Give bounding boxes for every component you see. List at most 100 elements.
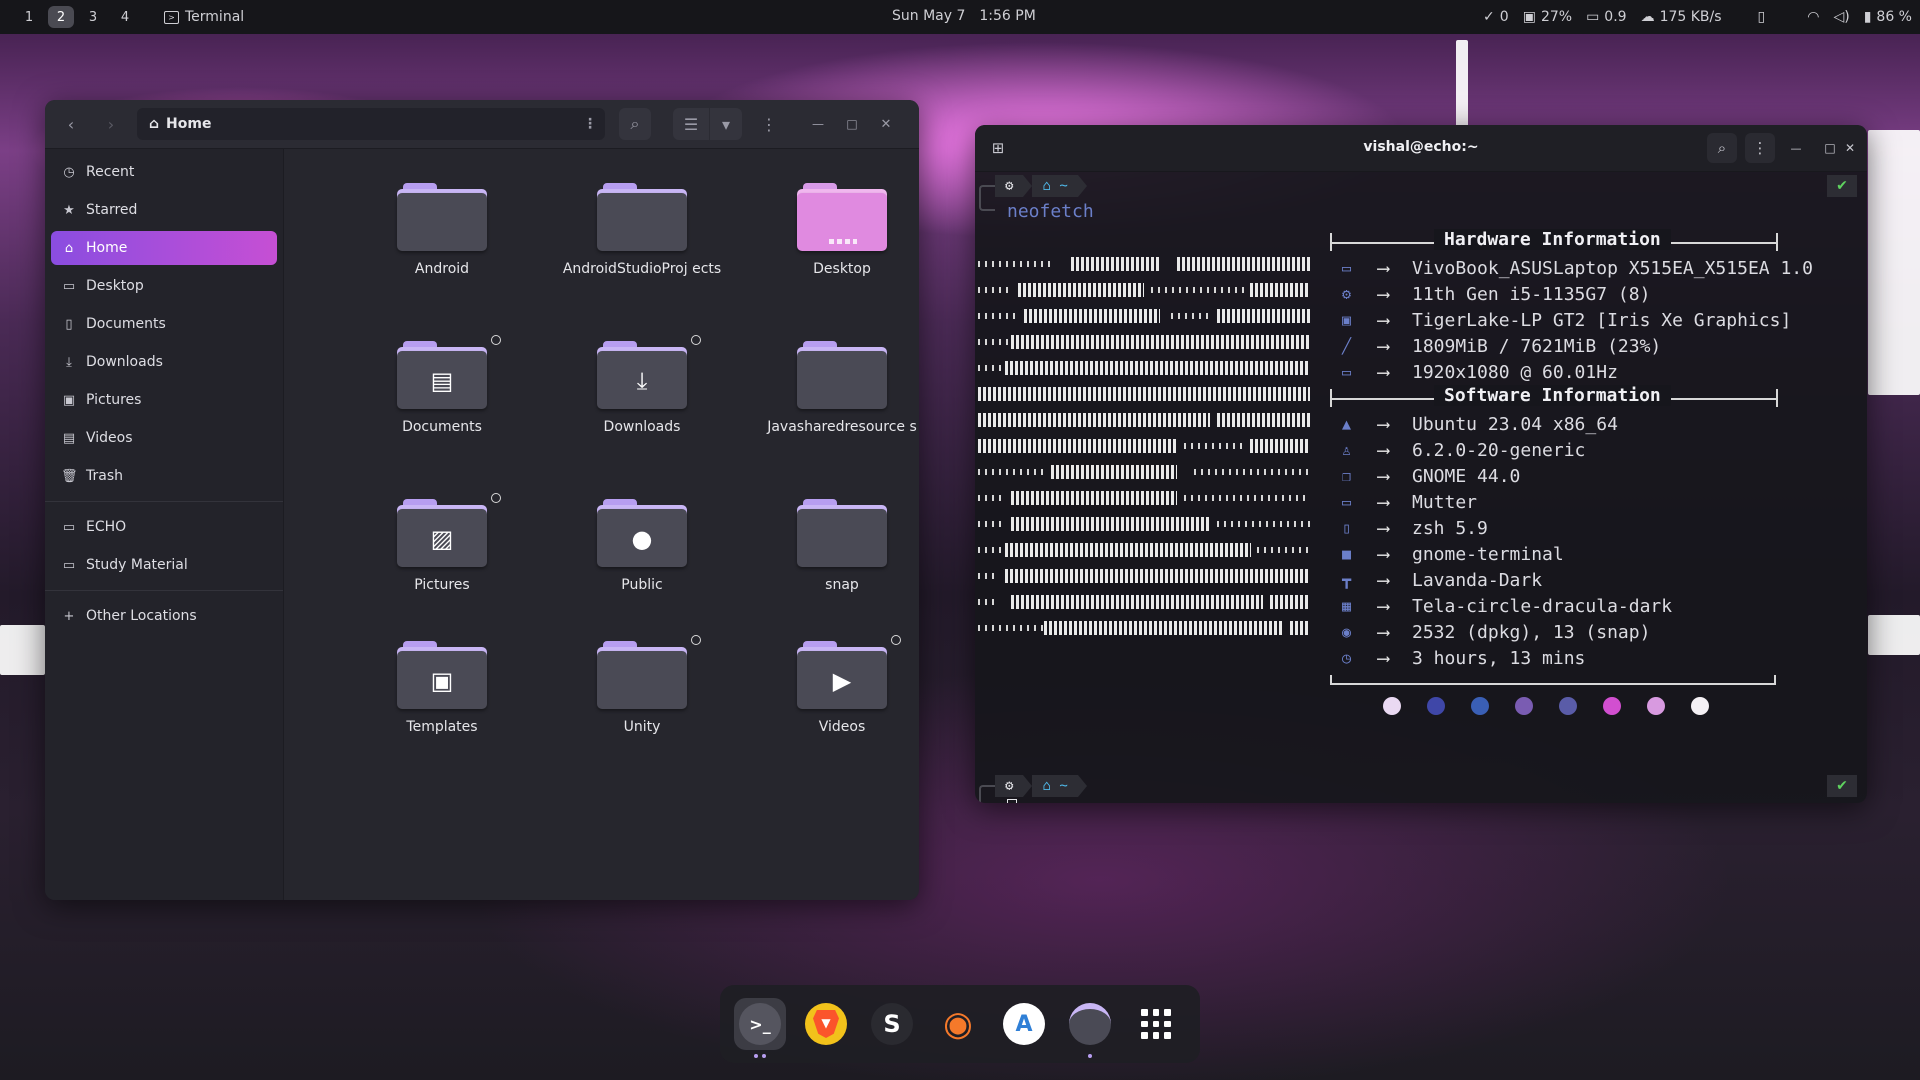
- sidebar-item-label: Study Material: [86, 557, 188, 573]
- info-row: ◷ ⟶ 3 hours, 13 mins: [1330, 645, 1850, 671]
- focused-app[interactable]: > Terminal: [164, 9, 244, 25]
- terminal-search-button[interactable]: ⌕: [1707, 133, 1737, 163]
- terminal-cursor[interactable]: [1007, 799, 1017, 803]
- terminal-menu-button[interactable]: ⋮: [1745, 133, 1775, 163]
- ascii-segment: [978, 573, 998, 579]
- volume-indicator[interactable]: ◁): [1833, 9, 1849, 25]
- star-icon: ★: [63, 202, 75, 218]
- powerline-separator: [1077, 175, 1087, 197]
- minimize-button[interactable]: —: [802, 108, 834, 140]
- info-value: zsh 5.9: [1412, 517, 1488, 539]
- terminal-minimize-button[interactable]: —: [1781, 133, 1811, 163]
- sidebar-item-home[interactable]: ⌂ Home: [51, 231, 277, 265]
- folder-item[interactable]: Desktop: [752, 181, 919, 278]
- terminal-app-icon: ■: [1342, 545, 1352, 563]
- network-indicator[interactable]: ☁ 175 KB/s: [1641, 9, 1722, 25]
- workspace-4[interactable]: 4: [112, 6, 138, 28]
- info-value: Tela-circle-dracula-dark: [1412, 595, 1673, 617]
- path-menu-icon[interactable]: ⋮: [583, 116, 597, 132]
- ascii-segment: [1177, 257, 1310, 271]
- close-button[interactable]: ✕: [870, 108, 902, 140]
- folder-item[interactable]: Unity: [552, 635, 732, 736]
- updates-indicator[interactable]: ✓ 0: [1483, 9, 1509, 25]
- maximize-button[interactable]: □: [836, 108, 868, 140]
- folder-item[interactable]: ▶ Videos: [752, 635, 919, 736]
- sidebar-item-echo[interactable]: ▭ ECHO: [51, 510, 277, 544]
- folder-name: Videos: [818, 719, 866, 735]
- battery-indicator[interactable]: ▮ 86 %: [1864, 9, 1912, 25]
- dock-show-apps[interactable]: [1130, 998, 1182, 1050]
- brave-icon: ▼: [805, 1003, 847, 1045]
- terminal-close-button[interactable]: ✕: [1837, 133, 1863, 163]
- info-row: ❐ ⟶ GNOME 44.0: [1330, 463, 1850, 489]
- package-icon: ◉: [1342, 623, 1352, 641]
- ascii-segment: [978, 495, 1005, 501]
- sidebar-item-trash[interactable]: 🗑︎ Trash: [51, 459, 277, 493]
- back-button[interactable]: ‹: [55, 108, 87, 140]
- trash-icon: 🗑︎: [61, 468, 78, 484]
- palette-swatch: [1383, 697, 1401, 715]
- sidebar-item-recent[interactable]: ◷ Recent: [51, 155, 277, 189]
- blender-icon: ◉: [943, 1004, 973, 1044]
- folder-item[interactable]: ⤓ Downloads: [552, 335, 732, 436]
- sidebar-item-pictures[interactable]: ▣ Pictures: [51, 383, 277, 417]
- ascii-segment: [978, 365, 1005, 371]
- dock-android-studio[interactable]: A: [998, 998, 1050, 1050]
- hardware-section-header: Hardware Information: [1330, 229, 1850, 255]
- ascii-segment: [978, 521, 1005, 527]
- dock-blender[interactable]: ◉: [932, 998, 984, 1050]
- sidebar-item-downloads[interactable]: ⤓ Downloads: [51, 345, 277, 379]
- dock-files[interactable]: [1064, 998, 1116, 1058]
- list-view-icon: ☰: [683, 114, 699, 134]
- folder-item[interactable]: ▨ Pictures: [352, 493, 532, 594]
- dock-brave-browser[interactable]: ▼: [800, 998, 852, 1050]
- search-button[interactable]: ⌕: [619, 108, 651, 140]
- arrow-icon: ⟶: [1378, 413, 1389, 435]
- uptime-icon: ◷: [1342, 649, 1352, 667]
- cpu-indicator[interactable]: ▣ 27%: [1523, 9, 1572, 25]
- clock[interactable]: Sun May 7 1:56 PM: [892, 8, 1036, 24]
- minimize-icon: —: [1790, 141, 1802, 155]
- dock-simplenote[interactable]: S: [866, 998, 918, 1050]
- forward-button[interactable]: ›: [95, 108, 127, 140]
- files-folder-icon: [1069, 1003, 1111, 1045]
- folder-item[interactable]: Javasharedresource s: [752, 339, 919, 436]
- sidebar-item-starred[interactable]: ★ Starred: [51, 193, 277, 227]
- path-bar[interactable]: ⌂ Home ⋮: [137, 108, 605, 140]
- folder-item[interactable]: snap: [752, 497, 919, 594]
- chevron-left-icon: ‹: [67, 114, 75, 134]
- ascii-row: [978, 329, 1310, 355]
- folder-icon: [397, 181, 487, 251]
- sidebar-item-videos[interactable]: ▤ Videos: [51, 421, 277, 455]
- palette-swatch: [1427, 697, 1445, 715]
- view-toggle-button[interactable]: ☰: [673, 108, 709, 140]
- folder-item[interactable]: Android: [352, 181, 532, 278]
- ascii-segment: [1290, 621, 1310, 635]
- main-menu-button[interactable]: ⋮: [753, 108, 785, 140]
- view-options-button[interactable]: ▾: [710, 108, 742, 140]
- load-indicator[interactable]: ▭ 0.9: [1586, 9, 1627, 25]
- kebab-menu-icon: ⋮: [1752, 139, 1768, 157]
- workspace-1[interactable]: 1: [16, 6, 42, 28]
- folder-item[interactable]: ● Public: [552, 497, 732, 594]
- workspace-2[interactable]: 2: [48, 6, 74, 28]
- dock-terminal[interactable]: >_: [734, 998, 786, 1058]
- sidebar-item-documents[interactable]: ▯ Documents: [51, 307, 277, 341]
- app-grid-icon: [1141, 1009, 1171, 1039]
- ascii-segment: [1044, 621, 1283, 635]
- arrow-icon: ⟶: [1378, 621, 1389, 643]
- clipboard-indicator[interactable]: ▯: [1758, 9, 1766, 25]
- folder-item[interactable]: ▤ Documents: [352, 335, 532, 436]
- sidebar-item-desktop[interactable]: ▭ Desktop: [51, 269, 277, 303]
- folder-item[interactable]: ▣ Templates: [352, 639, 532, 736]
- folder-name: snap: [825, 577, 859, 593]
- sidebar-item-other-locations[interactable]: + Other Locations: [51, 599, 277, 633]
- folder-item[interactable]: AndroidStudioProj ects: [552, 181, 732, 278]
- maximize-icon: □: [846, 117, 858, 131]
- sidebar-item-study-material[interactable]: ▭ Study Material: [51, 548, 277, 582]
- ascii-segment: [1011, 595, 1263, 609]
- workspace-3[interactable]: 3: [80, 6, 106, 28]
- check-icon: ✓: [1483, 9, 1495, 25]
- info-row: ╱ ⟶ 1809MiB / 7621MiB (23%): [1330, 333, 1850, 359]
- wifi-indicator[interactable]: ◠: [1807, 9, 1819, 25]
